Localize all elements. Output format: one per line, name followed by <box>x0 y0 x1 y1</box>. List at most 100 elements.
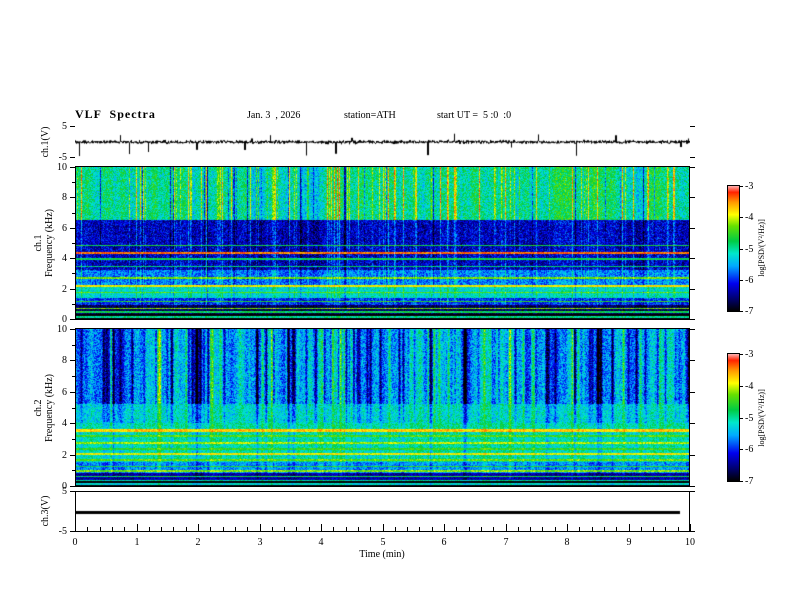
x-axis-minor-tick <box>407 527 408 531</box>
y-axis-tick <box>70 258 75 259</box>
x-axis-minor-tick <box>432 527 433 531</box>
x-axis-minor-tick <box>149 527 150 531</box>
colorbar-tick <box>740 386 743 387</box>
y-axis-tick-label: -5 <box>58 526 67 537</box>
y-axis-tick <box>70 423 75 424</box>
x-axis-tick <box>137 524 138 531</box>
x-axis-minor-tick <box>469 527 470 531</box>
x-axis-tick-label: 0 <box>72 537 78 548</box>
ch2-channel-label: ch.2 <box>33 399 44 417</box>
y-axis-tick <box>70 486 75 487</box>
x-axis-minor-tick <box>87 527 88 531</box>
start-ut-label: start UT = 5 :0 :0 <box>437 110 512 121</box>
y-axis-tick-label: 8 <box>62 192 67 203</box>
x-axis-minor-tick <box>223 527 224 531</box>
y-axis-tick <box>70 531 75 532</box>
colorbar-ch2 <box>727 353 740 482</box>
y-axis-tick <box>70 455 75 456</box>
vlf-spectra-figure: VLF Spectra Jan. 3 , 2026 station=ATH st… <box>0 0 792 612</box>
colorbar-tick <box>740 311 743 312</box>
y-axis-tick <box>70 197 75 198</box>
colorbar-tick <box>740 186 743 187</box>
panel-ch2-spectrogram <box>75 328 690 487</box>
x-axis-minor-tick <box>173 527 174 531</box>
x-axis-tick <box>198 524 199 531</box>
y-axis-tick <box>690 197 695 198</box>
y-axis-minor-tick <box>72 439 75 440</box>
colorbar-tick-label: -6 <box>745 275 754 286</box>
x-axis-minor-tick <box>333 527 334 531</box>
colorbar-tick-label: -7 <box>745 476 754 487</box>
y-axis-tick-label: 5 <box>62 121 67 132</box>
y-axis-tick-label: 4 <box>62 418 67 429</box>
y-axis-tick <box>70 319 75 320</box>
x-axis-tick-label: 9 <box>626 537 632 548</box>
y-axis-minor-tick <box>72 408 75 409</box>
x-axis-minor-tick <box>112 527 113 531</box>
x-axis-tick-label: 5 <box>380 537 386 548</box>
y-axis-tick-label: 10 <box>57 162 67 173</box>
x-axis-minor-tick <box>395 527 396 531</box>
x-axis-minor-tick <box>272 527 273 531</box>
y-axis-tick-label: 10 <box>57 324 67 335</box>
x-axis-tick <box>260 524 261 531</box>
y-axis-tick-label: -5 <box>58 152 67 163</box>
colorbar-tick <box>740 280 743 281</box>
y-axis-minor-tick <box>72 213 75 214</box>
colorbar-tick <box>740 481 743 482</box>
x-axis-tick-label: 4 <box>318 537 324 548</box>
x-axis-tick <box>321 524 322 531</box>
x-axis-minor-tick <box>493 527 494 531</box>
x-axis-minor-tick <box>678 527 679 531</box>
x-axis-tick <box>567 524 568 531</box>
colorbar-tick-label: -4 <box>745 381 754 392</box>
y-axis-tick <box>690 329 695 330</box>
colorbar-tick <box>740 217 743 218</box>
x-axis-tick <box>690 524 691 531</box>
y-axis-tick <box>690 486 695 487</box>
colorbar-tick-label: -7 <box>745 306 754 317</box>
ch1-channel-label: ch.1 <box>33 234 44 252</box>
y-axis-tick <box>70 157 75 158</box>
x-axis-minor-tick <box>235 527 236 531</box>
x-axis-minor-tick <box>616 527 617 531</box>
panel-ch1-voltage <box>75 126 690 158</box>
colorbar-tick <box>740 249 743 250</box>
figure-title: VLF Spectra <box>75 107 156 121</box>
y-axis-minor-tick <box>72 345 75 346</box>
y-axis-tick <box>690 319 695 320</box>
x-axis-tick-label: 8 <box>564 537 570 548</box>
colorbar-tick-label: -4 <box>745 212 754 223</box>
ch2-spectrogram <box>76 329 689 486</box>
y-axis-tick <box>70 228 75 229</box>
y-axis-minor-tick <box>72 243 75 244</box>
x-axis-tick <box>629 524 630 531</box>
x-axis-minor-tick <box>555 527 556 531</box>
y-axis-tick <box>70 126 75 127</box>
x-axis-minor-tick <box>284 527 285 531</box>
x-axis-label: Time (min) <box>359 549 405 560</box>
x-axis-minor-tick <box>210 527 211 531</box>
x-axis-tick-label: 2 <box>195 537 201 548</box>
x-axis-minor-tick <box>579 527 580 531</box>
x-axis-minor-tick <box>309 527 310 531</box>
y-axis-tick <box>70 360 75 361</box>
x-axis-minor-tick <box>247 527 248 531</box>
x-axis-minor-tick <box>370 527 371 531</box>
x-axis-minor-tick <box>124 527 125 531</box>
x-axis-minor-tick <box>358 527 359 531</box>
x-axis-minor-tick <box>604 527 605 531</box>
colorbar-tick <box>740 354 743 355</box>
y-axis-minor-tick <box>72 376 75 377</box>
x-axis-minor-tick <box>518 527 519 531</box>
x-axis-minor-tick <box>186 527 187 531</box>
x-axis-tick <box>75 524 76 531</box>
y-axis-tick <box>70 289 75 290</box>
y-axis-tick <box>690 392 695 393</box>
x-axis-minor-tick <box>100 527 101 531</box>
x-axis-minor-tick <box>641 527 642 531</box>
y-axis-tick <box>690 455 695 456</box>
y-axis-tick-label: 2 <box>62 450 67 461</box>
x-axis-tick-label: 1 <box>134 537 140 548</box>
x-axis-minor-tick <box>346 527 347 531</box>
